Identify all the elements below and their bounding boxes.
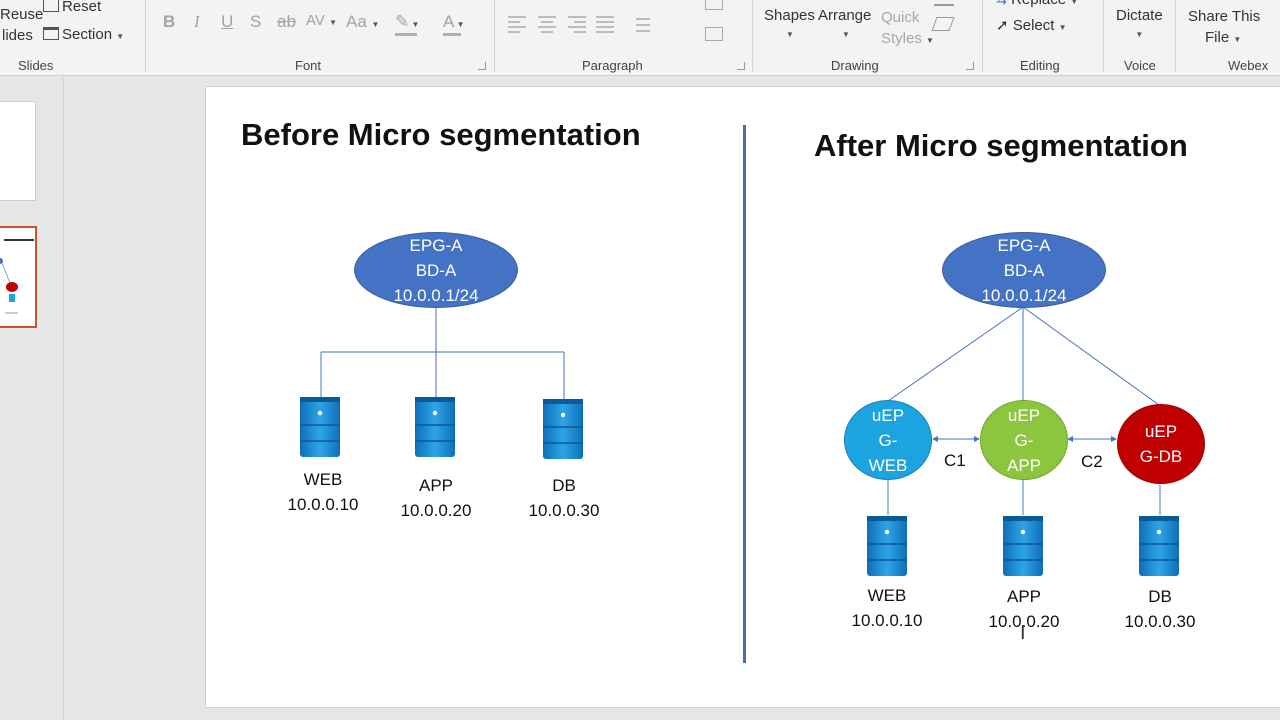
shadow-button[interactable]: S <box>250 12 261 32</box>
change-case-button[interactable]: Aa ▼ <box>346 12 379 32</box>
slide-thumbnail-1[interactable] <box>0 101 36 201</box>
slide-canvas[interactable]: Before Micro segmentation EPG-A BD-A 10.… <box>205 86 1280 708</box>
reuse-slides-button[interactable]: Reuse <box>0 6 43 23</box>
ribbon: Reuse lides Reset Section ▼ Slides B I U… <box>0 0 1280 76</box>
ueg-db-circle[interactable]: uEP G-DB <box>1117 404 1205 484</box>
select-button[interactable]: ➚ Select ▼ <box>996 16 1067 34</box>
left-epg-name: EPG-A <box>409 236 463 255</box>
slide-thumbnail-2[interactable] <box>0 226 37 328</box>
contract-c1-label: C1 <box>944 451 966 470</box>
paragraph-dialog-launcher-icon[interactable] <box>737 62 745 70</box>
right-epg-bd: BD-A <box>1003 261 1045 280</box>
server-icon[interactable] <box>541 397 585 461</box>
character-spacing-button[interactable]: AV ▼ <box>306 12 337 29</box>
left-epg-bd: BD-A <box>415 261 457 280</box>
right-epg-subnet: 10.0.0.1/24 <box>981 286 1067 305</box>
shapes-button[interactable]: Shapes ▼ <box>764 7 815 41</box>
right-web-label: WEB 10.0.0.10 <box>851 586 923 630</box>
before-title: Before Micro segmentation <box>241 117 641 152</box>
right-epg-ellipse[interactable]: EPG-A BD-A 10.0.0.1/24 <box>942 232 1106 308</box>
contract-c2-label: C2 <box>1081 452 1103 471</box>
shape-effects-icon[interactable] <box>931 17 955 31</box>
left-epg-ellipse[interactable]: EPG-A BD-A 10.0.0.1/24 <box>354 232 518 308</box>
paragraph-group-label: Paragraph <box>582 58 643 73</box>
left-db-label: DB 10.0.0.30 <box>528 476 600 520</box>
section-icon <box>43 27 59 40</box>
replace-icon: ⇆ <box>996 0 1007 7</box>
align-text-icon[interactable] <box>705 27 723 41</box>
italic-button[interactable]: I <box>194 12 200 32</box>
left-web-label: WEB 10.0.0.10 <box>287 470 359 514</box>
font-group-label: Font <box>295 58 322 73</box>
bold-button[interactable]: B <box>163 12 175 32</box>
server-icon[interactable] <box>865 514 909 578</box>
left-epg-subnet: 10.0.0.1/24 <box>393 286 479 305</box>
quick-styles-button[interactable]: Quick Styles ▼ <box>881 7 934 51</box>
server-icon[interactable] <box>413 395 457 459</box>
thumbnail-preview <box>0 239 34 314</box>
smartart-icon[interactable] <box>705 0 723 10</box>
slides-group-label: Slides <box>18 58 54 73</box>
drawing-group-label: Drawing <box>831 58 879 73</box>
share-this-file-button[interactable]: Share This File ▼ <box>1188 6 1260 50</box>
shape-fill-icon[interactable] <box>934 0 954 6</box>
underline-button[interactable]: U <box>221 12 233 32</box>
cursor-arrow-icon: ➚ <box>996 17 1009 34</box>
drawing-dialog-launcher-icon[interactable] <box>966 62 974 70</box>
font-dialog-launcher-icon[interactable] <box>478 62 486 70</box>
server-icon[interactable] <box>1001 514 1045 578</box>
section-button[interactable]: Section ▼ <box>43 26 124 43</box>
ueg-web-circle[interactable]: uEP G- WEB <box>844 400 932 480</box>
font-color-button[interactable]: A ▼ <box>443 12 464 36</box>
text-cursor-icon: I <box>1020 622 1026 644</box>
right-epg-name: EPG-A <box>997 236 1051 255</box>
slide-thumbnail-pane <box>0 77 64 720</box>
right-db-label: DB 10.0.0.30 <box>1124 587 1196 631</box>
webex-group-label: Webex <box>1228 58 1269 73</box>
section-divider <box>743 125 746 663</box>
left-app-label: APP 10.0.0.20 <box>400 476 472 520</box>
strikethrough-button[interactable]: ab <box>277 12 296 32</box>
editing-group-label: Editing <box>1020 58 1060 73</box>
server-icon[interactable] <box>1137 514 1181 578</box>
highlighter-icon: ✎ <box>395 12 410 31</box>
replace-button[interactable]: ⇆ Replace ▼ <box>996 0 1078 8</box>
reuse-slides-label: lides <box>2 27 33 44</box>
voice-group-label: Voice <box>1124 58 1156 73</box>
server-icon[interactable] <box>298 395 342 459</box>
reset-icon <box>43 0 59 12</box>
dictate-button[interactable]: Dictate ▼ <box>1116 7 1163 41</box>
ueg-app-circle[interactable]: uEP G- APP <box>980 400 1068 480</box>
arrange-button[interactable]: Arrange ▼ <box>818 7 871 41</box>
highlight-button[interactable]: ✎ ▼ <box>395 12 419 36</box>
after-title: After Micro segmentation <box>814 128 1188 163</box>
paragraph-align-icons[interactable] <box>508 14 668 34</box>
reset-button[interactable]: Reset <box>43 0 101 15</box>
